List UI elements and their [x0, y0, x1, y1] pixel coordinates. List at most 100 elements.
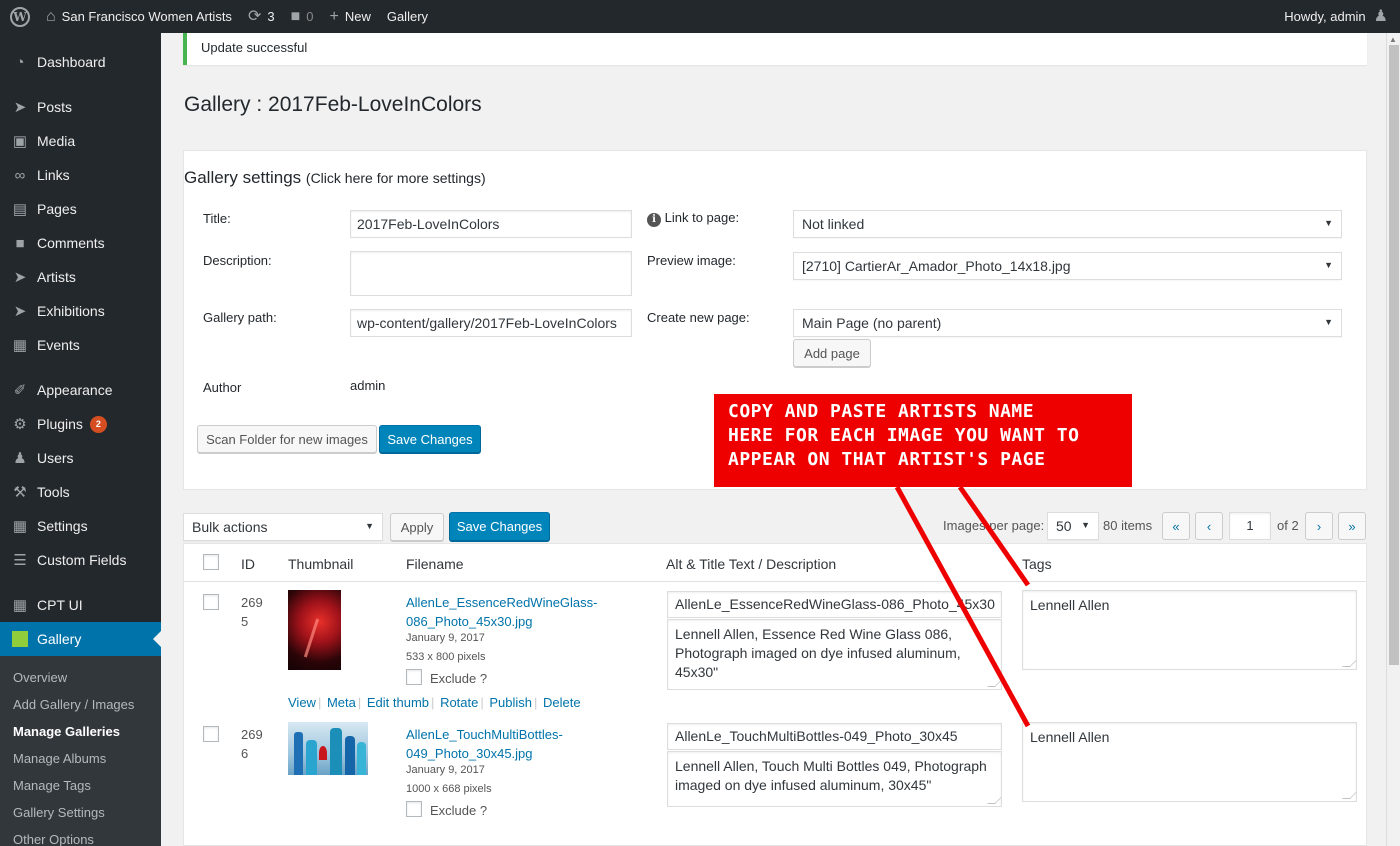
select-all-checkbox[interactable]: [203, 554, 219, 570]
image-id-part: 5: [241, 614, 249, 629]
add-page-button[interactable]: Add page: [793, 339, 871, 367]
menu-comments[interactable]: ■ Comments: [0, 226, 161, 260]
gallery-menu[interactable]: Gallery: [379, 0, 436, 33]
prev-page-button[interactable]: ‹: [1195, 512, 1223, 540]
last-page-button[interactable]: »: [1338, 512, 1366, 540]
new-content-menu[interactable]: + New: [321, 0, 378, 33]
menu-custom-fields[interactable]: ☰ Custom Fields: [0, 543, 161, 577]
per-page-select[interactable]: 50 ▼: [1047, 512, 1099, 540]
settings-heading-text: Gallery settings: [184, 168, 302, 187]
exclude-checkbox[interactable]: [406, 801, 422, 817]
submenu-add-gallery[interactable]: Add Gallery / Images: [13, 697, 134, 712]
exclude-checkbox[interactable]: [406, 669, 422, 685]
title-input[interactable]: 2017Feb-LoveInColors: [350, 210, 632, 238]
menu-posts[interactable]: ➤ Posts: [0, 90, 161, 124]
row-checkbox[interactable]: [203, 594, 219, 610]
description-textarea[interactable]: [350, 251, 632, 296]
new-label: New: [344, 9, 371, 24]
bulk-actions-select[interactable]: Bulk actions ▼: [183, 513, 383, 541]
alt-title-input[interactable]: AllenLe_TouchMultiBottles-049_Photo_30x4…: [667, 723, 1002, 750]
menu-tools[interactable]: ⚒ Tools: [0, 475, 161, 509]
submenu-manage-albums[interactable]: Manage Albums: [13, 751, 106, 766]
gallery-path-input[interactable]: wp-content/gallery/2017Feb-LoveInColors: [350, 309, 632, 337]
next-page-button[interactable]: ›: [1305, 512, 1333, 540]
thumbnail-multi-bottles[interactable]: [288, 722, 368, 775]
alt-title-input[interactable]: AllenLe_EssenceRedWineGlass-086_Photo_45…: [667, 591, 1002, 618]
scan-folder-button[interactable]: Scan Folder for new images: [197, 425, 377, 453]
menu-cpt-ui[interactable]: ▦ CPT UI: [0, 588, 161, 622]
more-settings-link[interactable]: (Click here for more settings): [306, 170, 486, 186]
menu-media[interactable]: ▣ Media: [0, 124, 161, 158]
bottle-shape: [306, 740, 317, 775]
description-textarea[interactable]: Lennell Allen, Touch Multi Bottles 049, …: [667, 751, 1002, 807]
delete-link[interactable]: Delete: [543, 695, 581, 710]
menu-label: Dashboard: [37, 54, 106, 70]
description-textarea[interactable]: Lennell Allen, Essence Red Wine Glass 08…: [667, 619, 1002, 690]
menu-gallery[interactable]: Gallery: [0, 622, 161, 656]
avatar-icon: ♟: [1373, 7, 1388, 25]
menu-links[interactable]: ∞ Links: [0, 158, 161, 192]
parent-page-select[interactable]: Main Page (no parent) ▼: [793, 309, 1342, 337]
save-settings-button[interactable]: Save Changes: [379, 425, 481, 453]
update-notice: Update successful: [183, 33, 1367, 65]
current-page-input[interactable]: 1: [1229, 512, 1271, 540]
menu-settings[interactable]: ▦ Settings: [0, 509, 161, 543]
settings-heading[interactable]: Gallery settings (Click here for more se…: [184, 168, 486, 188]
my-account-menu[interactable]: Howdy, admin ♟: [1276, 0, 1400, 33]
menu-events[interactable]: ▦ Events: [0, 328, 161, 362]
filename-part: 086_Photo_45x30.jpg: [406, 614, 533, 629]
separator: |: [431, 695, 435, 710]
row-checkbox[interactable]: [203, 726, 219, 742]
comments-menu[interactable]: ■ 0: [283, 0, 322, 33]
submenu-gallery-settings[interactable]: Gallery Settings: [13, 805, 105, 820]
menu-artists[interactable]: ➤ Artists: [0, 260, 161, 294]
submenu-overview[interactable]: Overview: [13, 670, 67, 685]
apply-button[interactable]: Apply: [390, 513, 444, 541]
resize-handle-icon[interactable]: [987, 679, 1001, 687]
filename-link[interactable]: AllenLe_EssenceRedWineGlass- 086_Photo_45…: [406, 593, 597, 631]
view-link[interactable]: View: [288, 695, 316, 710]
col-filename[interactable]: Filename: [406, 556, 464, 572]
updates-menu[interactable]: ⟳ 3: [240, 0, 283, 33]
page-icon: ▤: [12, 201, 28, 218]
save-changes-button[interactable]: Save Changes: [449, 512, 550, 541]
submenu-manage-tags[interactable]: Manage Tags: [13, 778, 91, 793]
rotate-link[interactable]: Rotate: [440, 695, 478, 710]
settings-icon: ▦: [12, 518, 28, 535]
publish-link[interactable]: Publish: [489, 695, 532, 710]
col-id[interactable]: ID: [241, 556, 255, 572]
link-to-page-text: Link to page:: [664, 210, 740, 225]
submenu-manage-galleries[interactable]: Manage Galleries: [13, 724, 120, 739]
filename-link[interactable]: AllenLe_TouchMultiBottles- 049_Photo_30x4…: [406, 725, 563, 763]
first-page-button[interactable]: «: [1162, 512, 1190, 540]
scrollbar-thumb[interactable]: [1389, 45, 1399, 665]
resize-handle-icon[interactable]: [987, 796, 1001, 804]
menu-appearance[interactable]: ✐ Appearance: [0, 373, 161, 407]
preview-image-select[interactable]: [2710] CartierAr_Amador_Photo_14x18.jpg ▼: [793, 252, 1342, 280]
meta-link[interactable]: Meta: [327, 695, 356, 710]
page-scrollbar[interactable]: ▲: [1386, 33, 1400, 846]
dropdown-arrow-icon: ▼: [1324, 260, 1333, 270]
scroll-up-arrow-icon[interactable]: ▲: [1389, 35, 1397, 44]
submenu-other-options[interactable]: Other Options: [13, 832, 94, 846]
menu-exhibitions[interactable]: ➤ Exhibitions: [0, 294, 161, 328]
resize-handle-icon[interactable]: [1342, 659, 1356, 667]
tags-textarea[interactable]: Lennell Allen: [1022, 590, 1357, 670]
menu-pages[interactable]: ▤ Pages: [0, 192, 161, 226]
comments-count: 0: [306, 9, 314, 24]
resize-handle-icon[interactable]: [1342, 791, 1356, 799]
filename-part: 049_Photo_30x45.jpg: [406, 746, 533, 761]
menu-dashboard[interactable]: ◔ Dashboard: [0, 45, 161, 79]
thumbnail-red-wine-glass[interactable]: [288, 590, 341, 670]
site-name-menu[interactable]: ⌂ San Francisco Women Artists: [38, 0, 240, 33]
wp-logo-menu[interactable]: W: [0, 0, 38, 33]
menu-users[interactable]: ♟ Users: [0, 441, 161, 475]
menu-label: Artists: [37, 269, 76, 285]
edit-thumb-link[interactable]: Edit thumb: [367, 695, 429, 710]
menu-label: Users: [37, 450, 74, 466]
menu-plugins[interactable]: ⚙ Plugins 2: [0, 407, 161, 441]
link-to-page-select[interactable]: Not linked ▼: [793, 210, 1342, 238]
description-text: Lennell Allen, Touch Multi Bottles 049, …: [675, 758, 987, 793]
info-icon[interactable]: i: [647, 213, 661, 227]
tags-textarea[interactable]: Lennell Allen: [1022, 722, 1357, 802]
